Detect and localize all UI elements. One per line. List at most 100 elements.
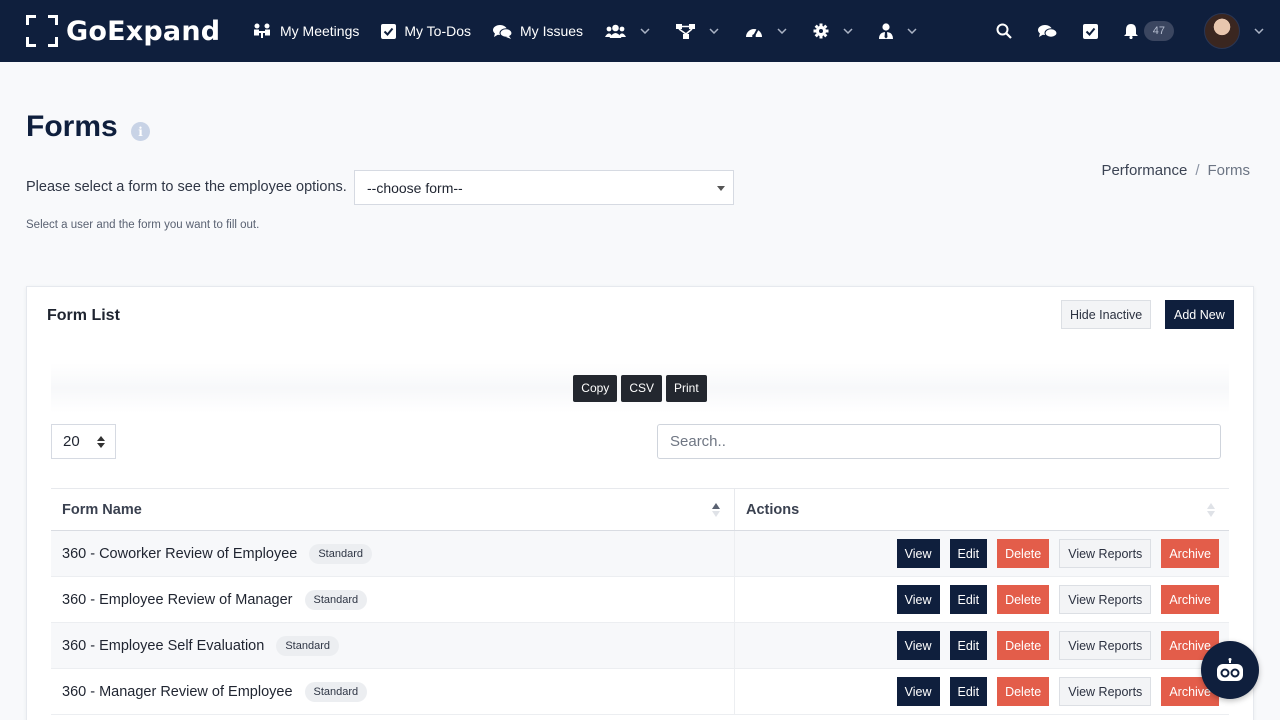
page-length-value: 20 <box>63 433 80 450</box>
dashboard-icon <box>746 28 763 38</box>
card-title: Form List <box>47 307 120 324</box>
nav-dashboard-menu[interactable] <box>745 24 787 39</box>
nav-my-todos[interactable]: My To-Dos <box>381 23 471 39</box>
archive-button[interactable]: Archive <box>1161 585 1219 614</box>
meetings-icon <box>254 23 270 38</box>
sort-icon <box>1207 503 1215 517</box>
view-reports-button[interactable]: View Reports <box>1059 631 1152 660</box>
sort-ascending-icon <box>712 503 720 517</box>
print-button[interactable]: Print <box>666 374 707 402</box>
archive-button[interactable]: Archive <box>1161 539 1219 568</box>
updown-arrows-icon <box>97 436 105 448</box>
edit-button[interactable]: Edit <box>949 539 988 568</box>
user-menu-toggle[interactable] <box>1254 28 1264 34</box>
nav-org-chart-menu[interactable] <box>676 23 719 39</box>
view-reports-button[interactable]: View Reports <box>1059 539 1152 568</box>
nav-link-label: My Meetings <box>280 23 360 39</box>
type-badge: Standard <box>304 589 368 610</box>
chevron-down-icon <box>843 28 853 34</box>
copy-button[interactable]: Copy <box>573 374 618 402</box>
forms-table: Form Name Actions 360 - Coworker Review … <box>51 488 1229 715</box>
todo-button[interactable] <box>1082 23 1098 39</box>
nav-my-issues[interactable]: My Issues <box>493 23 583 39</box>
chevron-down-icon <box>1254 28 1264 34</box>
form-name-cell: 360 - Coworker Review of Employee Standa… <box>51 531 735 576</box>
form-name: 360 - Employee Review of Manager <box>62 591 293 608</box>
form-list-card: Form List Hide Inactive Add New Copy CSV… <box>26 286 1254 720</box>
nav-settings-menu[interactable] <box>813 23 853 39</box>
view-button[interactable]: View <box>896 677 940 706</box>
nav-my-meetings[interactable]: My Meetings <box>252 23 359 39</box>
actions-cell: View Edit Delete View Reports Archive <box>735 531 1229 576</box>
form-name: 360 - Coworker Review of Employee <box>62 545 298 562</box>
table-row: 360 - Manager Review of Employee Standar… <box>51 669 1229 715</box>
users-icon <box>605 24 627 38</box>
breadcrumb-current: Forms <box>1207 162 1251 179</box>
checkbox-icon <box>381 23 397 39</box>
delete-button[interactable]: Delete <box>997 539 1050 568</box>
column-label: Actions <box>746 501 800 518</box>
chevron-down-icon <box>709 28 719 34</box>
view-button[interactable]: View <box>896 631 940 660</box>
add-new-button[interactable]: Add New <box>1165 300 1234 329</box>
breadcrumb: Performance / Forms <box>1101 162 1250 179</box>
form-name-cell: 360 - Employee Review of Manager Standar… <box>51 577 735 622</box>
search-input[interactable] <box>657 424 1221 459</box>
chat-button[interactable] <box>1037 24 1057 39</box>
delete-button[interactable]: Delete <box>997 631 1050 660</box>
logo-mark-icon <box>26 15 58 47</box>
actions-cell: View Edit Delete View Reports Archive <box>735 669 1229 714</box>
notification-count-badge: 47 <box>1143 21 1174 41</box>
view-reports-button[interactable]: View Reports <box>1059 677 1152 706</box>
gear-icon <box>813 23 829 39</box>
type-badge: Standard <box>309 543 372 564</box>
chevron-down-icon <box>777 28 787 34</box>
page-length-select[interactable]: 20 <box>51 424 116 459</box>
chevron-down-icon <box>640 28 650 34</box>
edit-button[interactable]: Edit <box>949 585 988 614</box>
edit-button[interactable]: Edit <box>949 631 988 660</box>
form-name-cell: 360 - Employee Self Evaluation Standard <box>51 623 735 668</box>
assistant-bot-button[interactable] <box>1201 641 1259 699</box>
column-header-form-name[interactable]: Form Name <box>51 489 735 530</box>
table-row: 360 - Employee Self Evaluation Standard … <box>51 623 1229 669</box>
view-reports-button[interactable]: View Reports <box>1059 585 1152 614</box>
form-name: 360 - Employee Self Evaluation <box>62 637 265 654</box>
org-chart-icon <box>676 23 696 39</box>
todo-check-icon <box>1082 23 1098 39</box>
form-name: 360 - Manager Review of Employee <box>62 683 293 700</box>
logo-text: GoExpand <box>66 15 221 47</box>
nav-link-label: My Issues <box>520 23 584 39</box>
column-header-actions[interactable]: Actions <box>735 489 1229 530</box>
form-select[interactable]: --choose form-- <box>354 170 734 205</box>
nav-users-menu[interactable] <box>605 24 650 39</box>
info-icon[interactable]: i <box>131 122 150 141</box>
form-select-value: --choose form-- <box>367 179 463 196</box>
breadcrumb-separator: / <box>1195 162 1200 179</box>
chevron-down-icon <box>907 28 917 34</box>
notifications-button[interactable]: 47 <box>1123 21 1174 41</box>
delete-button[interactable]: Delete <box>997 585 1050 614</box>
page-title: Forms <box>26 110 118 143</box>
logo[interactable]: GoExpand <box>26 0 220 62</box>
robot-icon <box>1217 658 1243 681</box>
top-navbar: GoExpand My Meetings My To-Dos My Issues <box>0 0 1280 62</box>
caret-down-icon <box>717 186 725 191</box>
nav-admin-menu[interactable] <box>879 23 917 39</box>
table-header: Form Name Actions <box>51 488 1229 531</box>
delete-button[interactable]: Delete <box>997 677 1050 706</box>
view-button[interactable]: View <box>896 585 940 614</box>
search-button[interactable] <box>996 23 1012 39</box>
avatar[interactable] <box>1204 13 1240 49</box>
csv-button[interactable]: CSV <box>621 374 662 402</box>
actions-cell: View Edit Delete View Reports Archive <box>735 577 1229 622</box>
view-button[interactable]: View <box>896 539 940 568</box>
export-toolbar: Copy CSV Print <box>51 363 1229 413</box>
edit-button[interactable]: Edit <box>949 677 988 706</box>
help-text: Select a user and the form you want to f… <box>26 219 260 231</box>
search-icon <box>996 23 1012 39</box>
hide-inactive-button[interactable]: Hide Inactive <box>1061 300 1152 329</box>
column-label: Form Name <box>62 501 142 518</box>
bell-icon <box>1123 24 1138 39</box>
breadcrumb-parent[interactable]: Performance <box>1101 162 1187 179</box>
